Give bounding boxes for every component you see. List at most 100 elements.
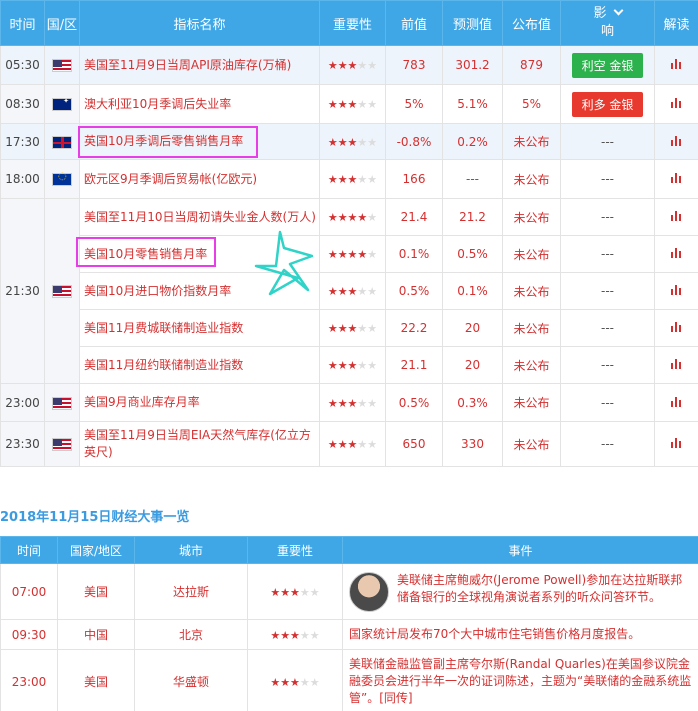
interpret-cell[interactable]	[654, 421, 698, 467]
row-flag-cell	[44, 159, 80, 199]
calendar-row[interactable]: 23:30 美国至11月9日当周EIA天然气库存(亿立方英尺) ★★★★★ 650 33…	[0, 421, 698, 467]
event-description-cell: 国家统计局发布70个大中城市住宅销售价格月度报告。	[342, 619, 698, 650]
economic-calendar: 时间 国/区 指标名称 重要性 前值 预测值 公布值 影 响 解读 05:30 美…	[0, 0, 698, 467]
event-country: 美国	[57, 563, 135, 620]
bar-chart-icon[interactable]	[670, 359, 683, 369]
importance-stars: ★★★★★	[319, 198, 386, 236]
interpret-cell[interactable]	[654, 159, 698, 199]
bar-chart-icon[interactable]	[670, 248, 683, 258]
star-rating-icon: ★★★★★	[270, 585, 320, 599]
actual-value: 未公布	[502, 235, 561, 273]
row-time: 23:30	[0, 421, 45, 467]
bar-chart-icon[interactable]	[670, 173, 683, 183]
interpret-cell[interactable]	[654, 346, 698, 384]
flag-us-icon	[52, 285, 72, 298]
star-rating-icon: ★★★★★	[270, 628, 320, 642]
importance-stars: ★★★★★	[319, 123, 386, 160]
calendar-row[interactable]: 21:30 美国至11月10日当周初请失业金人数(万人) ★★★★★ 21.4 21.2…	[0, 198, 698, 384]
bar-chart-icon[interactable]	[670, 59, 683, 69]
interpret-cell[interactable]	[654, 84, 698, 124]
importance-stars: ★★★★★	[319, 421, 386, 467]
flag-us-icon	[52, 59, 72, 72]
interpret-cell[interactable]	[654, 45, 698, 85]
interpret-cell[interactable]	[654, 309, 698, 347]
actual-value: 未公布	[502, 346, 561, 384]
event-row[interactable]: 07:00 美国 达拉斯 ★★★★★ 美联储主席鲍威尔(Jerome Powell)参加…	[0, 563, 698, 620]
event-time: 07:00	[0, 563, 58, 620]
avatar	[349, 571, 389, 612]
forecast-value: 0.3%	[442, 383, 503, 422]
impact-pending: ---	[560, 198, 655, 236]
calendar-row[interactable]: 08:30 澳大利亚10月季调后失业率 ★★★★★ 5%5.1%5% 利多 金银	[0, 84, 698, 124]
calendar-row[interactable]: 05:30 美国至11月9日当周API原油库存(万桶) ★★★★★ 783 301.2 8…	[0, 45, 698, 85]
header-impact[interactable]: 影 响	[560, 0, 655, 46]
impact-bullish-badge: 利多 金银	[571, 91, 644, 117]
row-flag-cell	[44, 383, 80, 422]
star-rating-icon: ★★★★★	[327, 322, 378, 335]
interpret-cell[interactable]	[654, 272, 698, 310]
importance-stars: ★★★★★	[319, 383, 386, 422]
interpret-cell[interactable]	[654, 235, 698, 273]
impact-pending: ---	[560, 421, 655, 467]
header-actual: 公布值	[502, 0, 561, 46]
row-time: 17:30	[0, 123, 45, 160]
chevron-down-icon[interactable]	[613, 5, 623, 16]
bar-chart-icon[interactable]	[670, 285, 683, 295]
bar-chart-icon[interactable]	[670, 135, 683, 146]
forecast-value: 5.1%	[442, 84, 503, 124]
ev-header-importance: 重要性	[247, 536, 343, 564]
star-rating-icon: ★★★★★	[327, 285, 378, 298]
impact-pending: ---	[560, 309, 655, 347]
calendar-row[interactable]: 美国10月进口物价指数月率 ★★★★★ 0.5% 0.1% 未公布 ---	[1, 272, 698, 310]
calendar-row[interactable]: 美国10月零售销售月率 ★★★★★ 0.1% 0.5% 未公布 ---	[1, 235, 698, 273]
previous-value: -0.8%	[385, 123, 443, 160]
event-city: 北京	[134, 619, 248, 650]
impact-pending: ---	[560, 159, 655, 199]
event-row[interactable]: 23:00 美国 华盛顿 ★★★★★ 美联储金融监管副主席夸尔斯(Randal Quar…	[0, 649, 698, 711]
forecast-value: 21.2	[442, 198, 503, 236]
importance-stars: ★★★★★	[319, 272, 386, 310]
actual-value: 879	[502, 45, 561, 85]
event-country: 中国	[57, 619, 135, 650]
indicator-name[interactable]: 澳大利亚10月季调后失业率	[79, 84, 320, 124]
indicator-name[interactable]: 美国至11月9日当周EIA天然气库存(亿立方英尺)	[79, 421, 320, 467]
event-city: 华盛顿	[134, 649, 248, 711]
importance-stars: ★★★★★	[319, 45, 386, 85]
bar-chart-icon[interactable]	[670, 396, 683, 407]
header-interpret: 解读	[654, 0, 698, 46]
indicator-name[interactable]: 美国至11月9日当周API原油库存(万桶)	[79, 45, 320, 85]
bar-chart-icon[interactable]	[670, 211, 683, 221]
bar-chart-icon[interactable]	[670, 98, 683, 108]
calendar-row[interactable]: 美国11月纽约联储制造业指数 ★★★★★ 21.1 20 未公布 ---	[1, 346, 698, 384]
star-rating-icon: ★★★★★	[327, 438, 378, 451]
indicator-name[interactable]: 英国10月季调后零售销售月率	[79, 123, 320, 160]
star-rating-icon: ★★★★★	[327, 173, 378, 186]
indicator-name[interactable]: 美国9月商业库存月率	[79, 383, 320, 422]
header-forecast: 预测值	[442, 0, 503, 46]
row-flag-cell	[44, 198, 80, 384]
calendar-row[interactable]: 23:00 美国9月商业库存月率 ★★★★★ 0.5% 0.3% 未公布 ---	[0, 383, 698, 422]
impact-pending: ---	[560, 235, 655, 273]
event-row[interactable]: 09:30 中国 北京 ★★★★★ 国家统计局发布70个大中城市住宅销售价格月度报告。	[0, 619, 698, 650]
indicator-name[interactable]: 欧元区9月季调后贸易帐(亿欧元)	[79, 159, 320, 199]
indicator-name[interactable]: 美国11月费城联储制造业指数	[79, 309, 320, 347]
previous-value: 22.2	[385, 309, 443, 347]
row-time: 23:00	[0, 383, 45, 422]
interpret-cell[interactable]	[654, 383, 698, 422]
bar-chart-icon[interactable]	[670, 322, 683, 332]
flag-au-icon	[52, 97, 72, 111]
bar-chart-icon[interactable]	[670, 438, 683, 448]
forecast-value: ---	[442, 159, 503, 199]
indicator-name[interactable]: 美国11月纽约联储制造业指数	[79, 346, 320, 384]
previous-value: 21.4	[385, 198, 443, 236]
previous-value: 783	[385, 45, 443, 85]
event-importance: ★★★★★	[247, 563, 343, 620]
previous-value: 0.1%	[385, 235, 443, 273]
interpret-cell[interactable]	[654, 198, 698, 236]
interpret-cell[interactable]	[654, 123, 698, 160]
calendar-row[interactable]: 17:30 英国10月季调后零售销售月率 ★★★★★ -0.8% 0.2% 未公布 ---	[0, 123, 698, 160]
calendar-row[interactable]: 美国11月费城联储制造业指数 ★★★★★ 22.2 20 未公布 ---	[1, 309, 698, 347]
importance-stars: ★★★★★	[319, 235, 386, 273]
impact-cell: 利多 金银	[560, 84, 655, 124]
calendar-row[interactable]: 18:00欧元区9月季调后贸易帐(亿欧元)★★★★★166---未公布---	[0, 159, 698, 199]
